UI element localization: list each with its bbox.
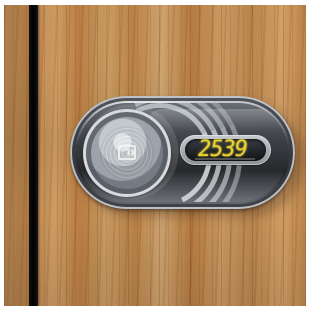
card-reader[interactable] (83, 109, 171, 197)
lcd-screen: 2539 (185, 139, 266, 161)
electronic-lock: 2539 (70, 96, 295, 209)
door-gap (29, 5, 38, 306)
photo-frame: 2539 (4, 5, 306, 306)
lock-highlight (149, 109, 284, 131)
lock-face: 2539 (77, 103, 288, 202)
display-caption-line (195, 158, 255, 160)
lock-display: 2539 (180, 135, 271, 165)
contactless-card-icon (118, 145, 136, 160)
door-edge-shadow (4, 5, 32, 306)
